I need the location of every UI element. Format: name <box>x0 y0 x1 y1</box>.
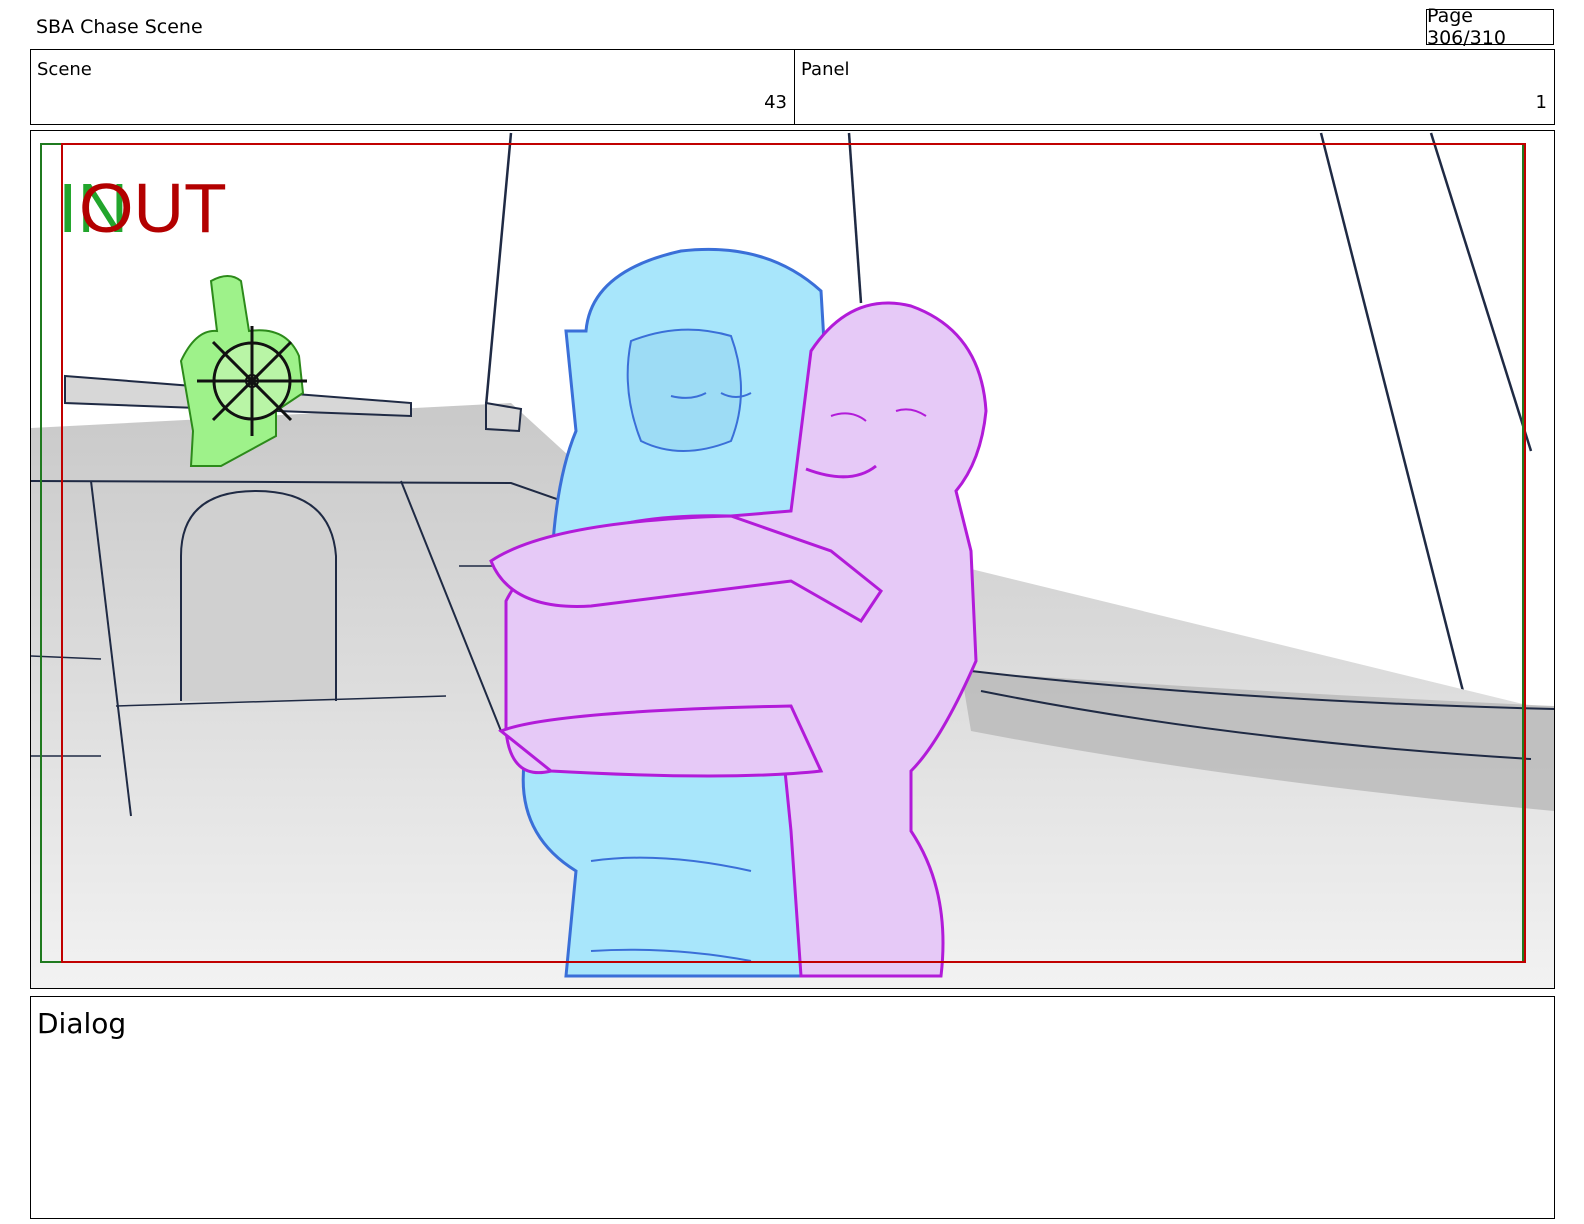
out-marker: OUT <box>79 169 227 247</box>
storyboard-panel-image: IN OUT <box>30 130 1555 989</box>
dialog-label: Dialog <box>37 1007 127 1040</box>
panel-label: Panel <box>801 59 850 80</box>
scene-number: 43 <box>764 92 787 113</box>
panel-number: 1 <box>1535 92 1547 113</box>
scene-label: Scene <box>37 59 92 80</box>
page-number: Page 306/310 <box>1426 5 1554 49</box>
dialog-box: Dialog <box>30 996 1555 1219</box>
scene-cell: Scene 43 <box>31 50 795 124</box>
scene-panel-info-row: Scene 43 Panel 1 <box>30 49 1555 125</box>
panel-cell: Panel 1 <box>795 50 1554 124</box>
panel-drawing: IN OUT <box>31 131 1554 988</box>
document-title: SBA Chase Scene <box>36 16 203 38</box>
